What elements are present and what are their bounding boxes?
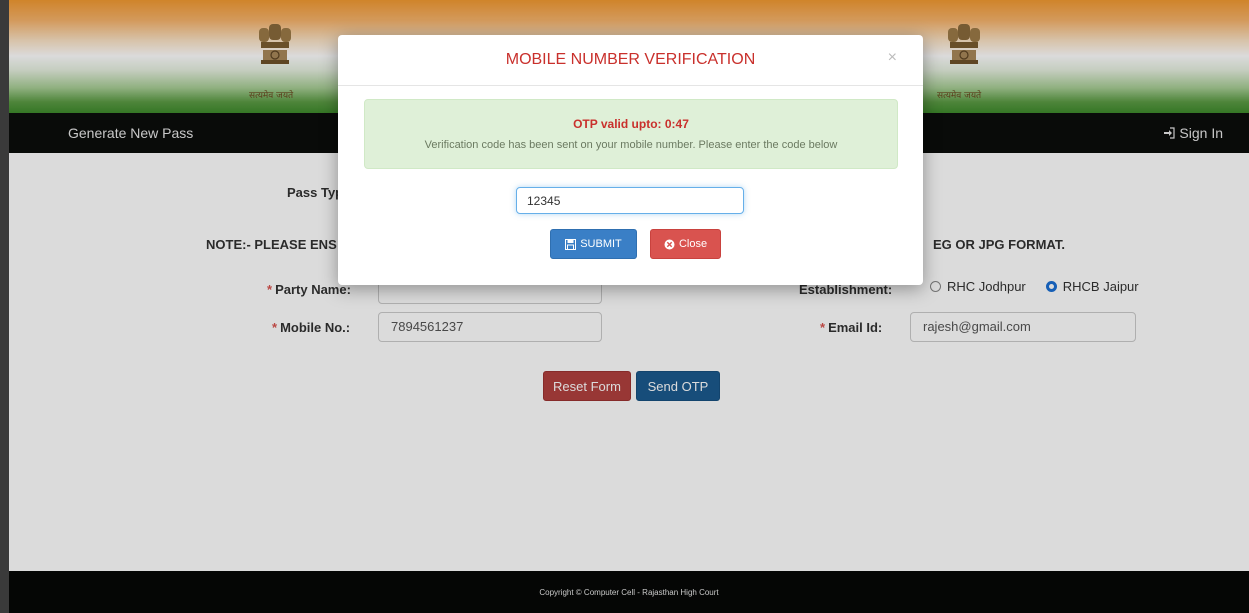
footer: Copyright © Computer Cell - Rajasthan Hi… [9,571,1249,613]
close-button[interactable]: Close [650,229,721,259]
modal-close-icon[interactable]: × [888,49,897,67]
otp-alert: OTP valid upto: 0:47 Verification code h… [364,99,898,169]
modal-title: MOBILE NUMBER VERIFICATION [505,51,756,68]
copyright-text: Copyright © Computer Cell - Rajasthan Hi… [539,587,719,597]
save-icon [565,238,577,250]
left-window-edge [0,0,9,613]
submit-label: SUBMIT [580,238,622,250]
close-label: Close [678,238,708,250]
otp-verification-modal: MOBILE NUMBER VERIFICATION × OTP valid u… [338,35,923,285]
verification-message: Verification code has been sent on your … [424,139,838,151]
modal-divider [338,85,923,86]
otp-input[interactable] [516,187,744,214]
close-circle-icon [664,239,675,249]
otp-validity-text: OTP valid upto: 0:47 [573,117,689,131]
submit-button[interactable]: SUBMIT [550,229,637,259]
page: सत्यमेव जयते सत्यमेव जयते Generate New P… [9,0,1249,613]
